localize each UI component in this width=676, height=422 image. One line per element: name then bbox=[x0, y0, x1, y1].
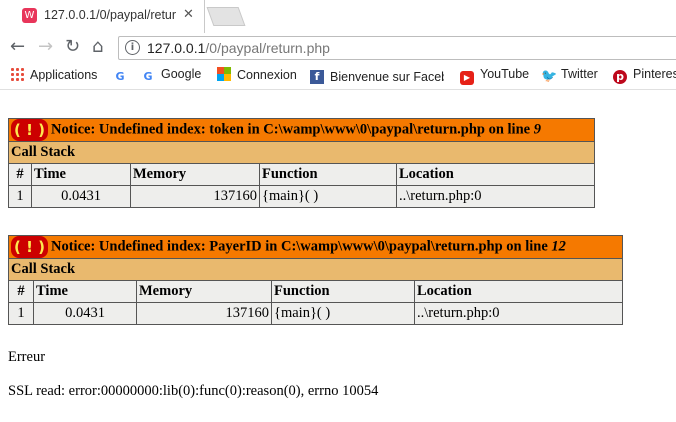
warning-icon: ( ! ) bbox=[11, 119, 48, 141]
page-content-2: ( ! ) Notice: Undefined index: PayerID in… bbox=[8, 235, 623, 325]
back-arrow-icon[interactable]: ← bbox=[10, 36, 25, 58]
bookmark-label: Pinteres bbox=[633, 67, 676, 81]
table-cell: 1 bbox=[8, 185, 32, 208]
column-header: # bbox=[8, 163, 32, 186]
forward-arrow-icon[interactable]: → bbox=[38, 36, 53, 58]
table-row: 1 0.0431 137160 {main}( ) ..\return.php:… bbox=[8, 302, 623, 325]
home-icon[interactable]: ⌂ bbox=[92, 36, 103, 58]
column-header: Time bbox=[33, 280, 137, 303]
notice-line: 12 bbox=[551, 238, 566, 255]
close-icon[interactable]: ✕ bbox=[183, 7, 194, 22]
bookmark-label: Bienvenue sur Facebo bbox=[330, 70, 444, 84]
bookmark-connexion[interactable]: Connexion bbox=[217, 67, 297, 82]
bookmark-pinterest[interactable]: p Pinteres bbox=[613, 67, 676, 84]
bookmark-applications[interactable]: Applications bbox=[10, 67, 97, 82]
tab-title: 127.0.0.1/0/paypal/return bbox=[44, 8, 176, 22]
table-cell: 137160 bbox=[130, 185, 260, 208]
table-cell: ..\return.php:0 bbox=[414, 302, 623, 325]
column-header: Memory bbox=[136, 280, 272, 303]
apps-grid-icon bbox=[10, 67, 24, 81]
new-tab-button[interactable] bbox=[206, 7, 246, 26]
bookmark-label: Connexion bbox=[237, 68, 297, 82]
error-label: Erreur bbox=[8, 349, 46, 365]
bookmarks-bar: Applications G G Google Connexion f Bienve… bbox=[0, 63, 676, 90]
column-header: Location bbox=[396, 163, 595, 186]
notice-line: 9 bbox=[533, 121, 541, 138]
browser-tab[interactable]: W 127.0.0.1/0/paypal/return ✕ bbox=[0, 0, 205, 33]
google-g-icon: G bbox=[143, 70, 153, 83]
notice-header: ( ! ) Notice: Undefined index: PayerID in… bbox=[8, 235, 623, 259]
bookmark-label: YouTube bbox=[480, 67, 530, 81]
page-content: ( ! ) Notice: Undefined index: token in C… bbox=[8, 118, 595, 208]
address-bar[interactable]: i 127.0.0.1/0/paypal/return.php bbox=[118, 36, 676, 60]
warning-icon: ( ! ) bbox=[11, 236, 48, 258]
bookmark-twitter[interactable]: 🐦 Twitter bbox=[541, 67, 598, 84]
call-stack-label: Call Stack bbox=[8, 258, 623, 281]
column-header: Time bbox=[31, 163, 131, 186]
browser-toolbar: ← → ↻ ⌂ i 127.0.0.1/0/paypal/return.php bbox=[0, 33, 676, 63]
pinterest-icon: p bbox=[613, 70, 627, 84]
twitter-icon: 🐦 bbox=[541, 69, 558, 84]
tab-strip: W 127.0.0.1/0/paypal/return ✕ bbox=[0, 0, 676, 33]
table-cell: 0.0431 bbox=[31, 185, 131, 208]
notice-message: Notice: Undefined index: PayerID in C:\w… bbox=[51, 238, 552, 255]
bookmark-label: Twitter bbox=[561, 67, 598, 81]
table-cell: 137160 bbox=[136, 302, 272, 325]
bookmark-google[interactable]: G Google bbox=[141, 67, 201, 84]
column-header: # bbox=[8, 280, 34, 303]
microsoft-icon bbox=[217, 67, 231, 81]
url-host: 127.0.0.1 bbox=[147, 40, 206, 56]
bookmark-facebook[interactable]: f Bienvenue sur Facebo bbox=[310, 67, 444, 84]
facebook-icon: f bbox=[310, 70, 324, 84]
column-header: Function bbox=[259, 163, 397, 186]
table-cell: 0.0431 bbox=[33, 302, 137, 325]
bookmark-label: Applications bbox=[30, 68, 98, 82]
table-row: 1 0.0431 137160 {main}( ) ..\return.php:… bbox=[8, 185, 595, 208]
bookmark-google-1[interactable]: G bbox=[113, 67, 133, 84]
table-cell: {main}( ) bbox=[259, 185, 397, 208]
google-g-icon: G bbox=[115, 70, 125, 83]
column-header: Location bbox=[414, 280, 623, 303]
table-cell: {main}( ) bbox=[271, 302, 415, 325]
column-header: Function bbox=[271, 280, 415, 303]
info-icon[interactable]: i bbox=[125, 40, 140, 55]
xdebug-notice-table: ( ! ) Notice: Undefined index: PayerID in… bbox=[8, 235, 623, 325]
column-header: Memory bbox=[130, 163, 260, 186]
ssl-error-message: SSL read: error:00000000:lib(0):func(0):… bbox=[8, 383, 379, 399]
url-path: /0/paypal/return.php bbox=[205, 40, 330, 56]
wamp-icon: W bbox=[22, 8, 37, 23]
notice-header: ( ! ) Notice: Undefined index: token in C… bbox=[8, 118, 595, 142]
xdebug-notice-table: ( ! ) Notice: Undefined index: token in C… bbox=[8, 118, 595, 208]
youtube-icon: ▶ bbox=[460, 71, 474, 85]
reload-icon[interactable]: ↻ bbox=[65, 36, 80, 58]
call-stack-label: Call Stack bbox=[8, 141, 595, 164]
bookmark-label: Google bbox=[161, 67, 202, 81]
table-cell: 1 bbox=[8, 302, 34, 325]
bookmark-youtube[interactable]: ▶ YouTube bbox=[460, 67, 529, 85]
notice-message: Notice: Undefined index: token in C:\wam… bbox=[51, 121, 534, 138]
url-text: 127.0.0.1/0/paypal/return.php bbox=[147, 40, 330, 56]
table-cell: ..\return.php:0 bbox=[396, 185, 595, 208]
